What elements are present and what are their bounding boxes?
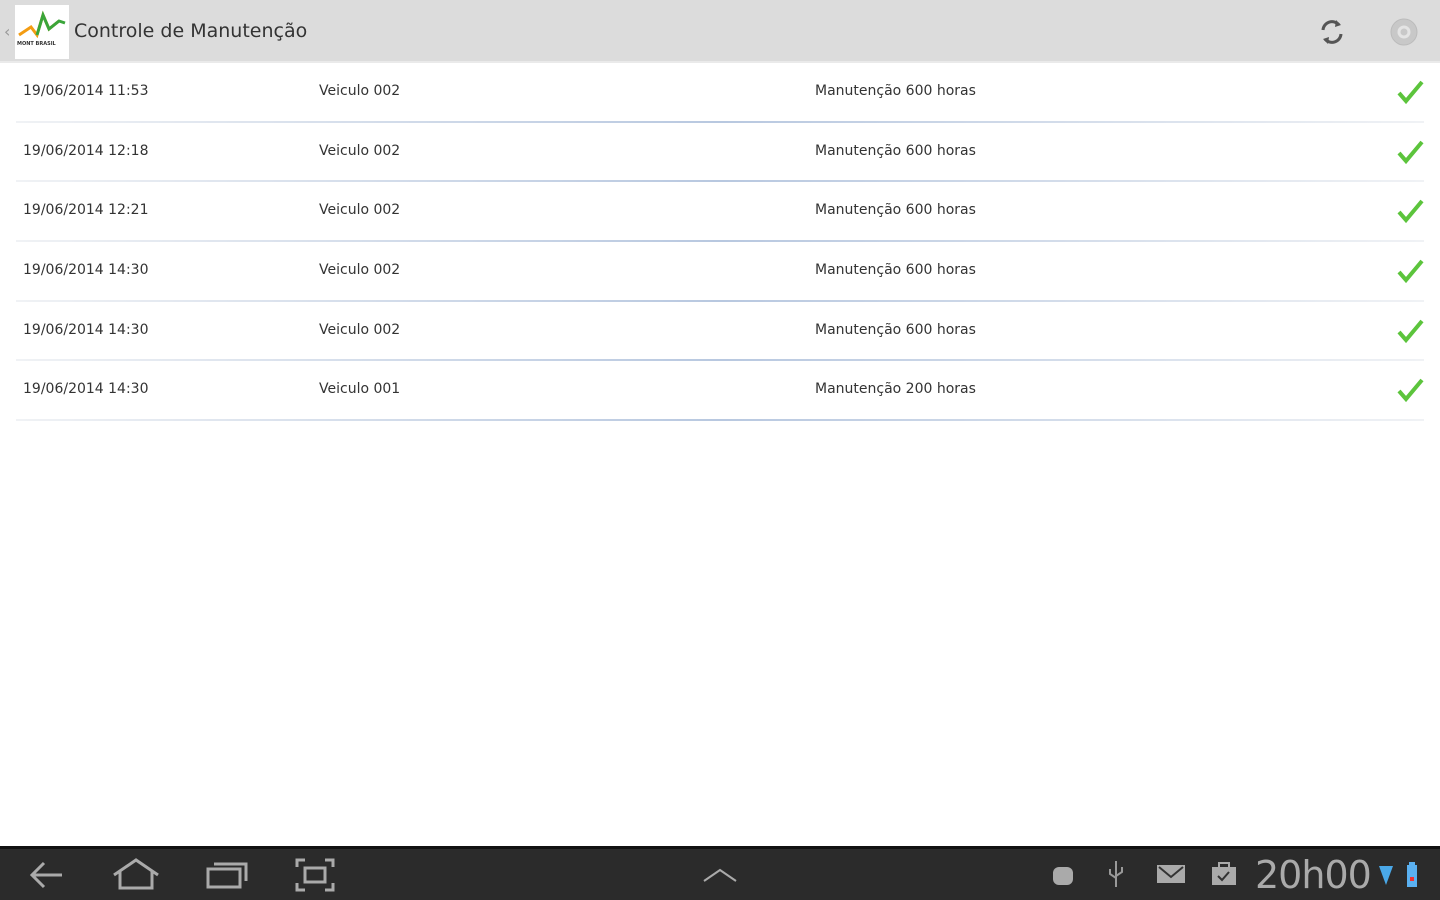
row-date: 19/06/2014 12:21 bbox=[23, 202, 149, 219]
recent-apps-icon[interactable] bbox=[204, 859, 250, 891]
android-icon bbox=[1053, 867, 1073, 885]
list-item[interactable]: 19/06/2014 11:53 Veiculo 002 Manutenção … bbox=[0, 63, 1440, 123]
usb-icon bbox=[1109, 861, 1123, 887]
mail-icon bbox=[1157, 865, 1185, 883]
system-navigation-bar: 20h00 bbox=[0, 846, 1440, 900]
row-service: Manutenção 600 horas bbox=[815, 202, 976, 219]
list-item[interactable]: 19/06/2014 14:30 Veiculo 002 Manutenção … bbox=[0, 242, 1440, 302]
row-service: Manutenção 600 horas bbox=[815, 321, 976, 338]
back-icon[interactable] bbox=[26, 859, 66, 891]
row-service: Manutenção 600 horas bbox=[815, 142, 976, 159]
row-date: 19/06/2014 14:30 bbox=[23, 381, 149, 398]
row-vehicle: Veiculo 001 bbox=[319, 381, 401, 398]
list-item[interactable]: 19/06/2014 12:21 Veiculo 002 Manutenção … bbox=[0, 182, 1440, 243]
check-icon bbox=[1397, 319, 1424, 343]
back-chevron-icon[interactable]: ‹ bbox=[4, 22, 10, 41]
battery-icon bbox=[1407, 862, 1417, 887]
logo-text: MONT BRASIL bbox=[17, 41, 56, 47]
row-vehicle: Veiculo 002 bbox=[319, 262, 401, 279]
settings-icon[interactable] bbox=[1388, 16, 1420, 48]
row-vehicle: Veiculo 002 bbox=[319, 321, 401, 338]
chevron-up-icon[interactable] bbox=[702, 867, 738, 883]
row-date: 19/06/2014 14:30 bbox=[23, 321, 149, 338]
row-vehicle: Veiculo 002 bbox=[319, 83, 401, 99]
screenshot-icon[interactable] bbox=[294, 857, 336, 893]
row-vehicle: Veiculo 002 bbox=[319, 142, 401, 159]
check-icon bbox=[1397, 80, 1424, 105]
home-icon[interactable] bbox=[110, 857, 162, 891]
row-service: Manutenção 200 horas bbox=[815, 381, 976, 398]
check-icon bbox=[1397, 379, 1424, 403]
row-service: Manutenção 600 horas bbox=[815, 262, 976, 279]
row-service: Manutenção 600 horas bbox=[815, 83, 976, 99]
row-date: 19/06/2014 14:30 bbox=[23, 262, 149, 279]
check-icon bbox=[1397, 200, 1424, 224]
action-bar: ‹ MONT BRASIL Controle de Manutenção bbox=[0, 0, 1440, 63]
app-logo[interactable]: MONT BRASIL bbox=[15, 5, 69, 59]
row-divider bbox=[16, 419, 1424, 422]
refresh-icon[interactable] bbox=[1316, 16, 1348, 48]
check-icon bbox=[1397, 259, 1424, 284]
list-item[interactable]: 19/06/2014 14:30 Veiculo 001 Manutenção … bbox=[0, 361, 1440, 422]
list-item[interactable]: 19/06/2014 12:18 Veiculo 002 Manutenção … bbox=[0, 123, 1440, 183]
row-date: 19/06/2014 12:18 bbox=[23, 142, 149, 159]
clock: 20h00 bbox=[1255, 853, 1372, 897]
row-date: 19/06/2014 11:53 bbox=[23, 83, 149, 99]
page-title: Controle de Manutenção bbox=[74, 20, 308, 42]
list-item[interactable]: 19/06/2014 14:30 Veiculo 002 Manutenção … bbox=[0, 302, 1440, 362]
store-bag-icon bbox=[1212, 862, 1236, 885]
maintenance-list: 19/06/2014 11:53 Veiculo 002 Manutenção … bbox=[0, 63, 1440, 422]
row-vehicle: Veiculo 002 bbox=[319, 202, 401, 219]
wifi-signal-icon bbox=[1379, 866, 1393, 885]
check-icon bbox=[1397, 140, 1424, 164]
